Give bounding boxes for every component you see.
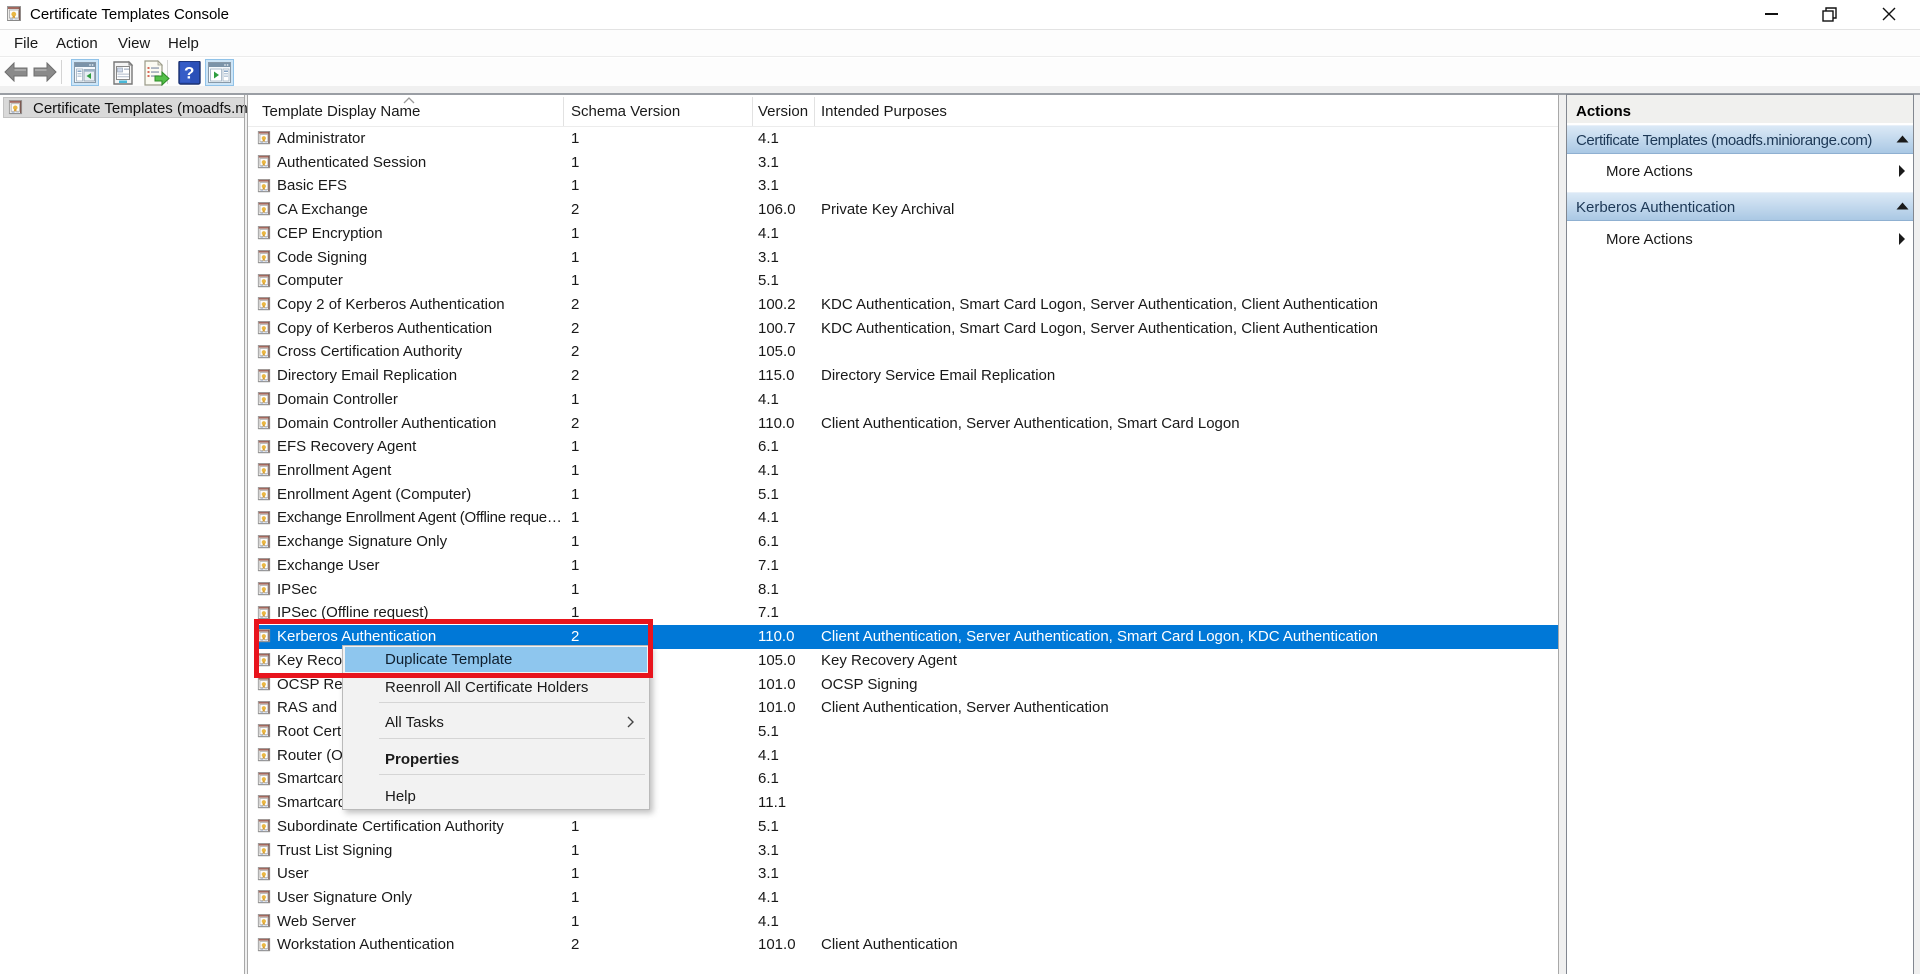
svg-text:?: ? xyxy=(184,64,194,83)
